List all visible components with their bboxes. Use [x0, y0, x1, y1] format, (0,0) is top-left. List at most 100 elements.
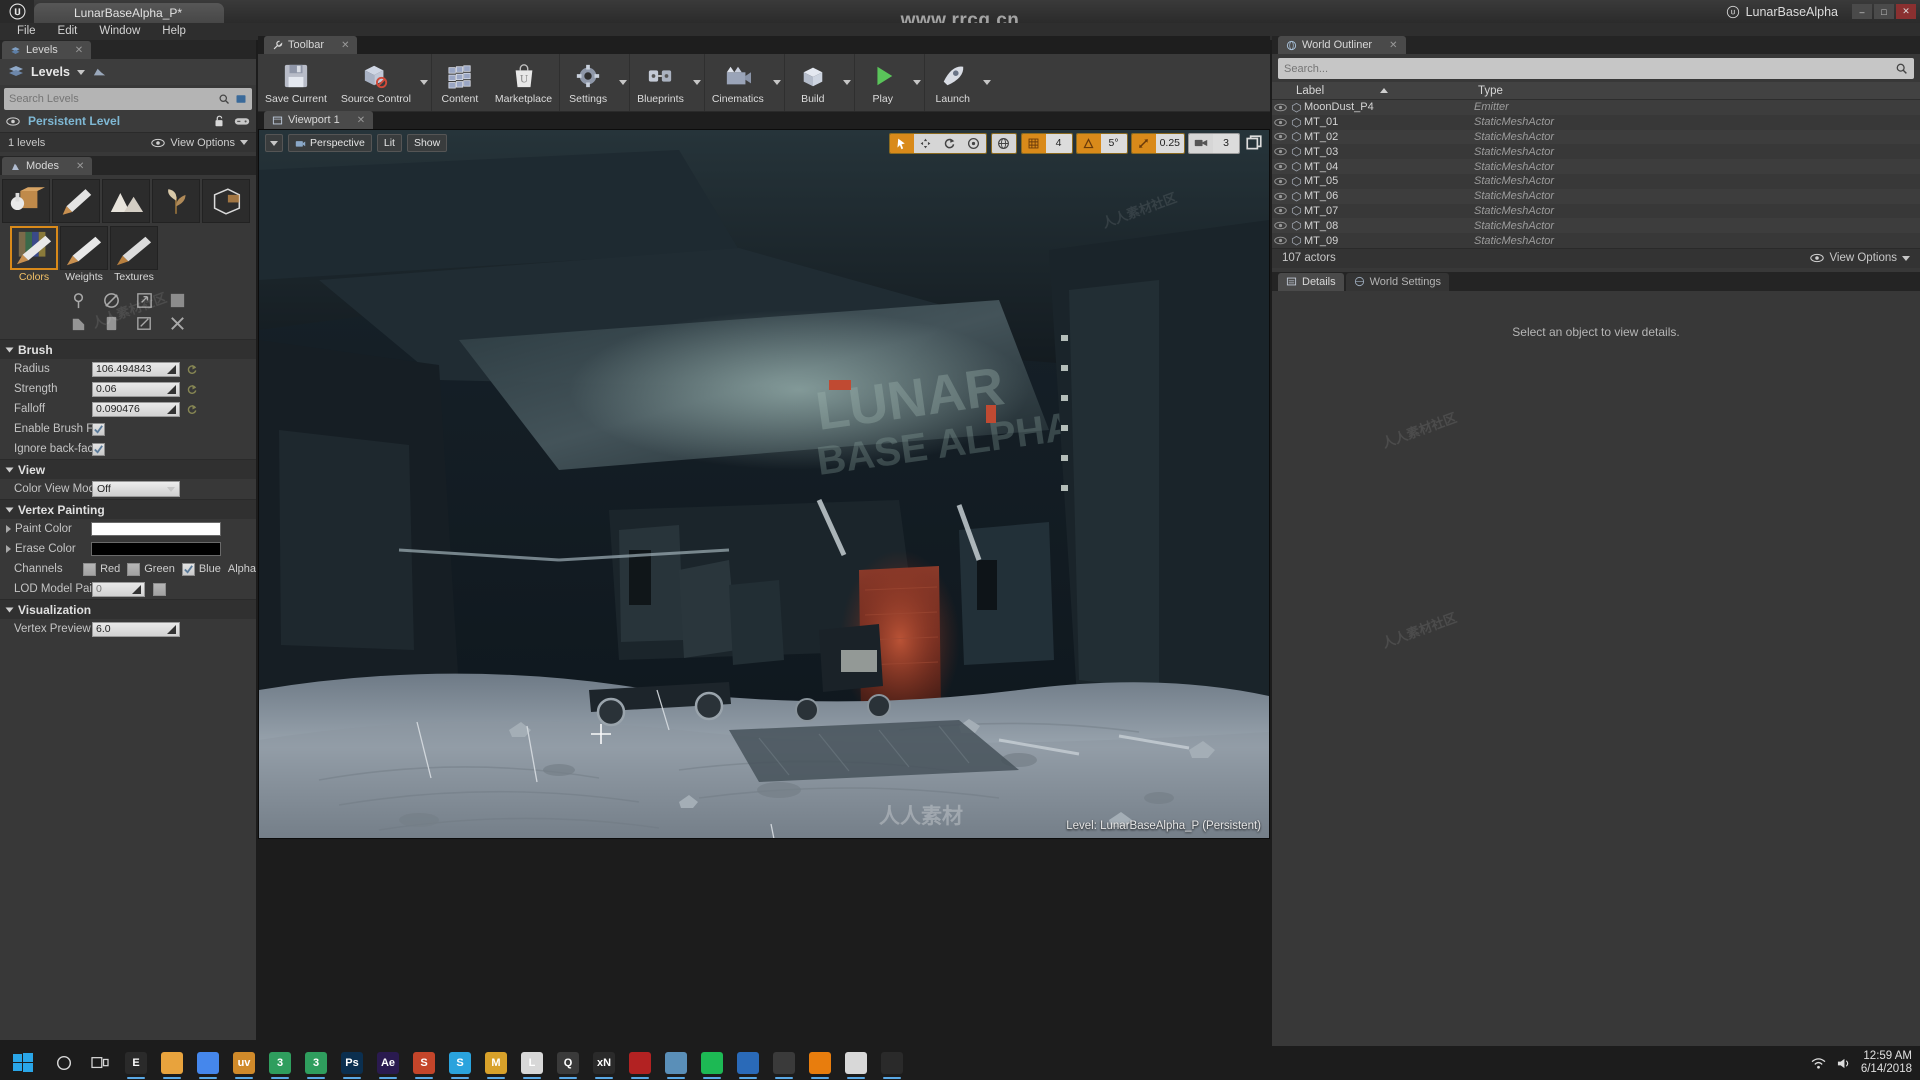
spinner-icon[interactable]: [167, 404, 176, 414]
rotate-mode-icon[interactable]: [937, 133, 962, 153]
world-space-icon[interactable]: [991, 133, 1016, 153]
play-caret[interactable]: [911, 54, 924, 111]
spinner-icon[interactable]: [167, 364, 176, 374]
eye-icon[interactable]: [1272, 221, 1288, 230]
blueprints-caret[interactable]: [691, 54, 704, 111]
foliage-mode-icon[interactable]: [152, 179, 200, 223]
content-button[interactable]: Content: [432, 54, 488, 111]
marvelous-designer-icon[interactable]: L: [514, 1046, 550, 1080]
menu-edit[interactable]: Edit: [47, 23, 89, 40]
channel-red[interactable]: Red: [83, 562, 127, 576]
cortana-search-button[interactable]: [46, 1046, 82, 1080]
color-view-mode-select[interactable]: Off: [92, 481, 180, 497]
outliner-row[interactable]: MT_08 StaticMeshActor: [1272, 218, 1920, 234]
project-tab[interactable]: LunarBaseAlpha_P*: [34, 3, 224, 23]
outliner-row[interactable]: MT_02 StaticMeshActor: [1272, 129, 1920, 145]
launch-caret[interactable]: [981, 54, 994, 111]
import-icon[interactable]: [135, 314, 154, 333]
cinematics-caret[interactable]: [771, 54, 784, 111]
build-button[interactable]: Build: [785, 54, 841, 111]
viewport-show-button[interactable]: Show: [406, 134, 448, 152]
unlock-icon[interactable]: [212, 114, 226, 128]
world-outliner-col-type[interactable]: Type: [1472, 85, 1920, 97]
tab-toolbar[interactable]: Toolbar ✕: [264, 36, 358, 54]
propagate-icon[interactable]: [135, 291, 154, 310]
volume-icon[interactable]: [1836, 1057, 1851, 1070]
landscape-mode-icon[interactable]: [102, 179, 150, 223]
minimize-button[interactable]: –: [1852, 4, 1872, 19]
zbrush-icon[interactable]: [622, 1046, 658, 1080]
brush-section-header[interactable]: Brush: [0, 339, 256, 359]
levels-search-input[interactable]: [9, 93, 218, 105]
menu-file[interactable]: File: [6, 23, 47, 40]
eye-icon[interactable]: [1272, 177, 1288, 186]
menu-window[interactable]: Window: [88, 23, 151, 40]
browser-icon[interactable]: [730, 1046, 766, 1080]
network-icon[interactable]: [1811, 1057, 1826, 1070]
translate-mode-icon[interactable]: [913, 133, 938, 153]
start-button[interactable]: [0, 1046, 46, 1080]
blender-icon[interactable]: [802, 1046, 838, 1080]
levels-view-options[interactable]: View Options: [151, 137, 248, 149]
levels-search-row[interactable]: [4, 88, 252, 110]
visualization-section-header[interactable]: Visualization: [0, 599, 256, 619]
outliner-row[interactable]: MT_06 StaticMeshActor: [1272, 188, 1920, 204]
rotation-snap-value[interactable]: 5°: [1100, 133, 1127, 153]
epic-games-icon[interactable]: E: [118, 1046, 154, 1080]
outliner-row[interactable]: MT_09 StaticMeshActor: [1272, 233, 1920, 248]
outliner-row[interactable]: MT_03 StaticMeshActor: [1272, 144, 1920, 159]
spotify-icon[interactable]: [694, 1046, 730, 1080]
channel-green[interactable]: Green: [127, 562, 182, 576]
level-viewport[interactable]: LUNAR BASE ALPHA Perspective Lit Show 4 …: [258, 129, 1270, 839]
world-outliner-view-options[interactable]: View Options: [1810, 252, 1910, 264]
brush-tab-colors[interactable]: [10, 226, 58, 270]
tab-world-outliner-close-icon[interactable]: ✕: [1389, 40, 1397, 51]
lod-model-paint-checkbox[interactable]: [153, 582, 166, 596]
scale-mode-icon[interactable]: [961, 133, 986, 153]
outliner-row[interactable]: MT_07 StaticMeshActor: [1272, 204, 1920, 219]
chevron-right-icon[interactable]: [6, 525, 11, 533]
uv-layout-icon[interactable]: uv: [226, 1046, 262, 1080]
taskbar-clock[interactable]: 12:59 AM 6/14/2018: [1861, 1050, 1912, 1076]
viewport-perspective-button[interactable]: Perspective: [288, 134, 372, 152]
source-control-caret[interactable]: [418, 54, 431, 111]
file-explorer-icon[interactable]: [154, 1046, 190, 1080]
reset-icon[interactable]: [187, 364, 198, 375]
unreal-engine-icon[interactable]: [874, 1046, 910, 1080]
paste-icon[interactable]: [69, 314, 88, 333]
eye-icon[interactable]: [1272, 118, 1288, 127]
vertex-preview-size-input[interactable]: 6.0: [92, 621, 180, 637]
copy-icon[interactable]: [168, 291, 187, 310]
reset-icon[interactable]: [187, 404, 198, 415]
fill-icon[interactable]: [69, 291, 88, 310]
channel-blue-checkbox[interactable]: [181, 562, 195, 576]
no-paint-icon[interactable]: [102, 291, 121, 310]
level-row-persistent[interactable]: Persistent Level: [0, 110, 256, 132]
levels-filter-icon[interactable]: [235, 93, 247, 105]
world-outliner-search-input[interactable]: [1284, 62, 1895, 75]
tab-viewport-close-icon[interactable]: ✕: [357, 115, 365, 126]
outliner-row[interactable]: MT_04 StaticMeshActor: [1272, 159, 1920, 174]
eye-icon[interactable]: [1272, 206, 1288, 215]
erase-color-swatch[interactable]: [91, 542, 221, 556]
chevron-right-icon[interactable]: [6, 545, 11, 553]
eye-icon[interactable]: [6, 116, 20, 127]
brush-strength-input[interactable]: 0.06: [92, 381, 180, 397]
play-button[interactable]: Play: [855, 54, 911, 111]
channel-green-checkbox[interactable]: [127, 562, 141, 576]
place-mode-icon[interactable]: [2, 179, 50, 223]
designer-icon[interactable]: [658, 1046, 694, 1080]
brush-tab-weights[interactable]: [60, 226, 108, 270]
eye-icon[interactable]: [1272, 132, 1288, 141]
notes-icon[interactable]: [838, 1046, 874, 1080]
maximize-button[interactable]: □: [1874, 4, 1894, 19]
terminal-icon[interactable]: [766, 1046, 802, 1080]
tab-world-settings[interactable]: World Settings: [1345, 272, 1449, 291]
grid-snap-value[interactable]: 4: [1045, 133, 1072, 153]
menu-help[interactable]: Help: [151, 23, 197, 40]
viewport-options-button[interactable]: [265, 134, 283, 152]
rotation-snap-icon[interactable]: [1076, 133, 1101, 153]
close-button[interactable]: ✕: [1896, 4, 1916, 19]
photoshop-icon[interactable]: Ps: [334, 1046, 370, 1080]
camera-speed-value[interactable]: 3: [1213, 133, 1239, 153]
